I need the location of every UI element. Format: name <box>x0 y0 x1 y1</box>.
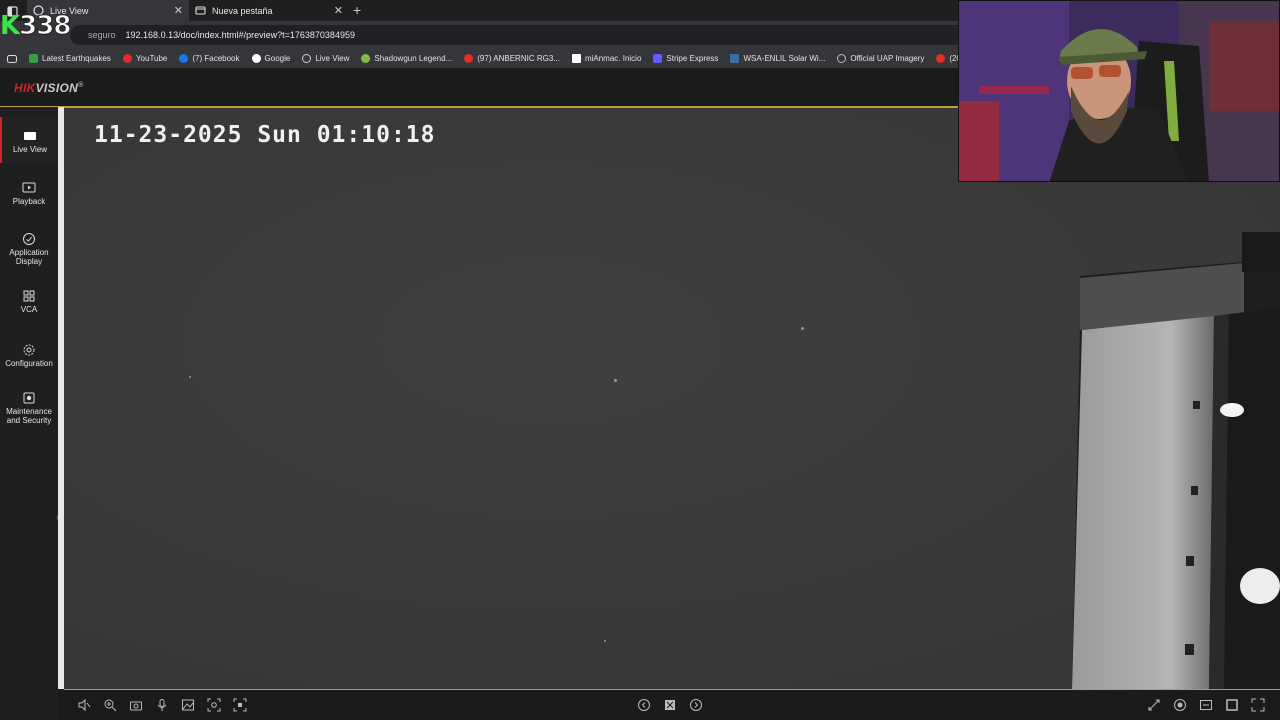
video-timestamp-overlay: 11-23-2025 Sun 01:10:18 <box>94 122 436 148</box>
application-display-icon <box>22 232 36 246</box>
tab-title: Nueva pestaña <box>212 5 273 16</box>
url-text: 192.168.0.13/doc/index.html#/preview?t=1… <box>125 30 355 40</box>
bookmark-uap-imagery[interactable]: Official UAP Imagery <box>837 54 924 63</box>
nav-application-display[interactable]: Application Display <box>0 232 58 266</box>
bookmark-stripe-express[interactable]: Stripe Express <box>653 54 718 63</box>
bookmark-facebook[interactable]: (7) Facebook <box>179 54 240 63</box>
new-tab-icon[interactable]: + <box>353 2 361 18</box>
stream-type-icon[interactable] <box>1199 698 1213 712</box>
bookmark-anbernic[interactable]: (97) ANBERNIC RG3... <box>464 54 560 63</box>
ptz-icon[interactable] <box>1147 698 1161 712</box>
tab-new-tab[interactable]: Nueva pestaña ✕ <box>189 0 349 21</box>
apps-icon[interactable] <box>7 54 17 63</box>
light-point <box>614 379 617 382</box>
next-icon[interactable] <box>689 698 703 712</box>
light-point <box>801 327 804 330</box>
digital-zoom-icon[interactable] <box>207 698 221 712</box>
bookmark-wsa-enlil[interactable]: WSA-ENLIL Solar Wi... <box>730 54 825 63</box>
bookmark-google[interactable]: Google <box>251 54 290 63</box>
vca-icon <box>22 289 36 303</box>
bookmark-youtube[interactable]: YouTube <box>122 54 167 63</box>
bookmark-latest-earthquakes[interactable]: Latest Earthquakes <box>29 54 111 63</box>
zoom-icon[interactable] <box>103 698 117 712</box>
nav-vca[interactable]: VCA <box>0 289 58 314</box>
stop-all-icon[interactable] <box>663 698 677 712</box>
stream-counter-overlay: K338 <box>0 11 72 41</box>
webcam-overlay <box>958 0 1280 182</box>
focus-icon[interactable] <box>233 698 247 712</box>
bookmark-live-view[interactable]: Live View <box>302 54 349 63</box>
nav-live-view[interactable]: Live View <box>0 117 58 163</box>
camera-scene <box>64 108 1280 689</box>
bookmark-mianmac[interactable]: miAnmac. Inicio <box>571 54 641 63</box>
fullscreen-icon[interactable] <box>1251 698 1265 712</box>
bookmark-shadowgun[interactable]: Shadowgun Legend... <box>361 54 452 63</box>
security-label[interactable]: seguro <box>88 30 116 40</box>
video-toolbar <box>64 689 1280 720</box>
url-input[interactable]: seguro 192.168.0.13/doc/index.html#/prev… <box>70 25 970 45</box>
playback-icon <box>22 181 36 195</box>
live-view-icon <box>23 129 37 143</box>
page-icon <box>195 5 206 16</box>
gear-icon <box>22 343 36 357</box>
window-layout-icon[interactable] <box>1225 698 1239 712</box>
nav-configuration[interactable]: Configuration <box>0 343 58 368</box>
nav-playback[interactable]: Playback <box>0 181 58 206</box>
close-tab-icon[interactable]: ✕ <box>174 4 183 17</box>
microphone-icon[interactable] <box>155 698 169 712</box>
maintenance-icon <box>22 391 36 405</box>
light-point <box>189 376 191 378</box>
live-video-feed[interactable]: 11-23-2025 Sun 01:10:18 <box>64 107 1280 689</box>
record-icon[interactable] <box>1173 698 1187 712</box>
streamer-camera-image <box>959 1 1279 181</box>
hikvision-logo: HIKVISION® <box>14 81 84 95</box>
nav-maintenance-security[interactable]: Maintenance and Security <box>0 391 58 425</box>
light-point <box>604 640 606 642</box>
previous-icon[interactable] <box>637 698 651 712</box>
side-navigation: Live View Playback Application Display V… <box>0 107 59 720</box>
close-tab-icon[interactable]: ✕ <box>334 4 343 17</box>
image-icon[interactable] <box>181 698 195 712</box>
mute-icon[interactable] <box>77 698 91 712</box>
camera-snapshot-icon[interactable] <box>129 698 143 712</box>
